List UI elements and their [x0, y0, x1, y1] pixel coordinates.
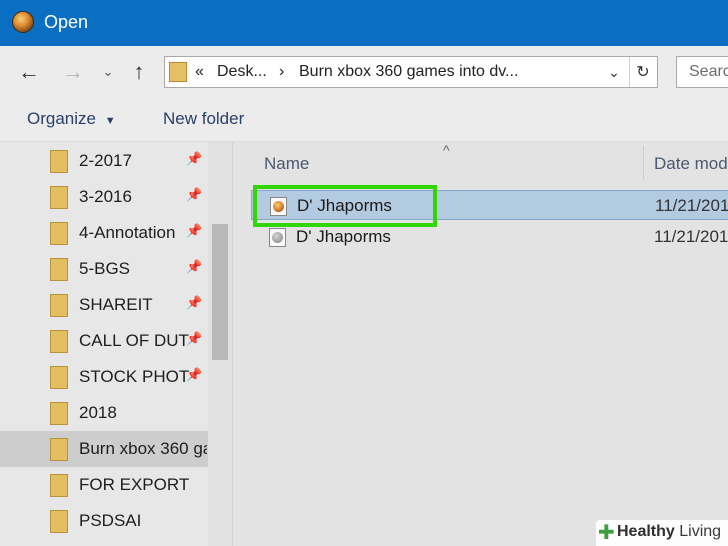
new-folder-button[interactable]: New folder: [163, 109, 244, 129]
back-button[interactable]: ←: [14, 58, 44, 86]
disc-file-icon: [269, 228, 286, 247]
address-divider: [629, 57, 630, 87]
file-date: 11/21/201: [654, 227, 728, 246]
sidebar-item[interactable]: CALL OF DUT 📌: [0, 323, 208, 359]
search-input[interactable]: Search: [676, 56, 728, 88]
sidebar-item-label: 2018: [79, 403, 117, 422]
organize-button[interactable]: Organize ▼: [27, 109, 116, 129]
sidebar-item-label: FOR EXPORT: [79, 475, 190, 494]
folder-icon: [169, 62, 187, 82]
search-placeholder: Search: [689, 63, 728, 80]
file-date: 11/21/201: [655, 196, 728, 215]
organize-label: Organize: [27, 109, 96, 128]
command-bar: Organize ▼ New folder: [0, 98, 728, 142]
folder-icon: [50, 510, 68, 533]
sidebar-item[interactable]: 2018: [0, 395, 208, 431]
refresh-icon: ↻: [636, 64, 650, 81]
folder-icon: [50, 474, 68, 497]
sidebar-item[interactable]: SHAREIT 📌: [0, 287, 208, 323]
folder-icon: [50, 150, 68, 173]
pin-icon: 📌: [186, 223, 203, 238]
address-bar[interactable]: « Desk... › Burn xbox 360 games into dv.…: [164, 56, 658, 88]
folder-icon: [50, 438, 68, 461]
navigation-pane: 2-2017 📌 3-2016 📌 4-Annotation 📌 5-BGS 📌…: [0, 142, 232, 546]
arrow-up-icon: ↑: [133, 59, 145, 84]
refresh-button[interactable]: ↻: [631, 60, 655, 84]
folder-icon: [50, 402, 68, 425]
sidebar-item-selected[interactable]: Burn xbox 360 ga: [0, 431, 208, 467]
chevron-down-icon: ⌄: [102, 64, 114, 79]
window-title: Open: [44, 12, 89, 32]
folder-icon: [50, 366, 68, 389]
breadcrumb-current-folder[interactable]: Burn xbox 360 games into dv...: [299, 63, 518, 81]
sidebar-item[interactable]: PSDSAI: [0, 503, 208, 539]
breadcrumb-overflow[interactable]: «: [195, 63, 204, 81]
watermark-logo: ✚ Healthy Living: [596, 520, 728, 546]
watermark-text: Healthy Living: [617, 523, 722, 540]
forward-button[interactable]: →: [58, 58, 88, 86]
folder-icon: [50, 186, 68, 209]
column-header: Name ^ Date mod: [233, 142, 728, 182]
recent-locations-button[interactable]: ⌄: [98, 58, 118, 86]
folder-icon: [50, 258, 68, 281]
app-icon: [12, 11, 34, 33]
title-bar: Open: [0, 0, 728, 46]
arrow-left-icon: ←: [18, 59, 40, 84]
file-name: D' Jhaporms: [296, 227, 391, 246]
caret-down-icon: ▼: [104, 115, 116, 127]
breadcrumb-separator[interactable]: ›: [279, 63, 284, 81]
column-date-header[interactable]: Date mod: [654, 154, 728, 174]
sidebar-item[interactable]: FOR EXPORT: [0, 467, 208, 503]
scrollbar-thumb[interactable]: [212, 224, 228, 360]
breadcrumb-desktop[interactable]: Desk...: [217, 63, 267, 81]
sidebar-item-label: Burn xbox 360 ga: [79, 439, 207, 458]
folder-icon: [50, 222, 68, 245]
folder-icon: [50, 294, 68, 317]
up-button[interactable]: ↑: [124, 58, 154, 86]
address-dropdown-button[interactable]: ⌄: [603, 61, 625, 83]
column-divider[interactable]: [643, 146, 644, 180]
chevron-down-icon: ⌄: [608, 63, 620, 80]
sidebar-item-label: PSDSAI: [79, 511, 142, 530]
sort-ascending-icon: ^: [443, 142, 450, 158]
pin-icon: 📌: [186, 259, 203, 274]
highlight-box: [253, 185, 437, 227]
navigation-bar: ← → ⌄ ↑ « Desk... › Burn xbox 360 games …: [0, 46, 728, 98]
pin-icon: 📌: [186, 151, 203, 166]
folder-icon: [50, 330, 68, 353]
sidebar-item[interactable]: 5-BGS 📌: [0, 251, 208, 287]
sidebar-item[interactable]: 3-2016 📌: [0, 179, 208, 215]
pin-icon: 📌: [186, 331, 203, 346]
sidebar-item[interactable]: 4-Annotation 📌: [0, 215, 208, 251]
pin-icon: 📌: [186, 187, 203, 202]
pin-icon: 📌: [186, 295, 203, 310]
cross-icon: ✚: [598, 522, 615, 544]
sidebar-item[interactable]: STOCK PHOT 📌: [0, 359, 208, 395]
sidebar-item[interactable]: 2-2017 📌: [0, 143, 208, 179]
column-name-header[interactable]: Name: [264, 154, 309, 174]
arrow-right-icon: →: [62, 59, 84, 84]
pin-icon: 📌: [186, 367, 203, 382]
sidebar-scrollbar[interactable]: [208, 142, 232, 546]
